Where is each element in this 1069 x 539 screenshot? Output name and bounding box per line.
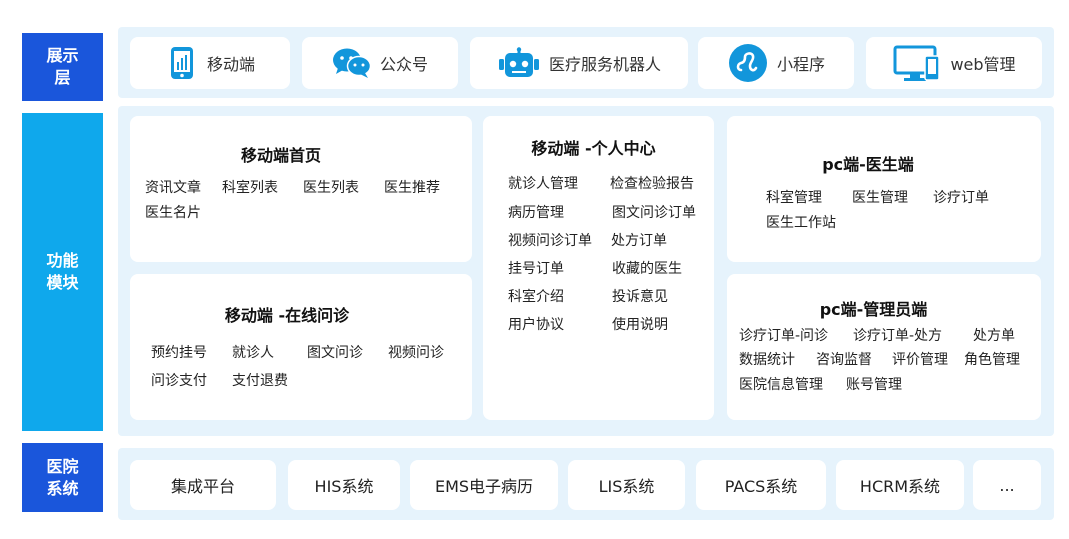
hospital-item-hcrm: HCRM系统 [836,460,964,510]
module-item: 科室管理 [766,190,822,206]
module-item: 医生工作站 [766,215,836,231]
module-item: 视频问诊订单 [508,233,592,249]
module-item: 支付退费 [232,373,288,389]
module-mobile-consult: 移动端 -在线问诊 预约挂号 就诊人 图文问诊 视频问诊 问诊支付 支付退费 [130,274,472,420]
module-item: 就诊人 [232,345,274,361]
presentation-item-label: 公众号 [379,55,428,74]
hospital-item-integration-platform: 集成平台 [130,460,276,510]
module-item: 诊疗订单 [933,190,989,206]
module-item: 咨询监督 [816,352,872,368]
module-item: 科室介绍 [508,289,564,305]
module-item: 处方订单 [611,233,667,249]
module-item: 评价管理 [892,352,948,368]
presentation-item-label: web管理 [950,55,1016,74]
desktop-monitor-icon [892,45,942,81]
presentation-item-web: web管理 [866,37,1042,89]
hospital-item-ems: EMS电子病历 [410,460,558,510]
module-item: 收藏的医生 [612,261,682,277]
module-item: 挂号订单 [508,261,564,277]
robot-icon [497,46,541,80]
module-item: 账号管理 [846,377,902,393]
module-item: 诊疗订单-处方 [853,328,943,344]
module-item: 检查检验报告 [610,176,694,192]
mobile-phone-icon [165,46,199,80]
module-item: 医生管理 [852,190,908,206]
module-item: 医生列表 [303,180,359,196]
function-layer-label-text: 功能模块 [46,251,79,292]
module-item: 用户协议 [508,317,564,333]
module-item: 问诊支付 [151,373,207,389]
module-item: 资讯文章 [145,180,201,196]
module-mobile-personal-center: 移动端 -个人中心 就诊人管理 检查检验报告 病历管理 图文问诊订单 视频问诊订… [483,116,714,420]
module-item: 视频问诊 [388,345,444,361]
module-title: 移动端 -在线问诊 [224,306,350,325]
presentation-item-label: 医疗服务机器人 [548,55,661,74]
module-mobile-home: 移动端首页 资讯文章 科室列表 医生列表 医生推荐 医生名片 [130,116,472,262]
module-item: 医生名片 [145,205,201,221]
function-layer-label: 功能模块 [22,113,103,431]
module-title: pc端-管理员端 [819,300,928,319]
module-item: 处方单 [973,328,1015,344]
module-item: 角色管理 [964,352,1020,368]
module-item: 使用说明 [612,317,668,333]
presentation-layer-label: 展示层 [22,33,103,101]
module-item: 科室列表 [222,180,278,196]
module-item: 投诉意见 [612,289,668,305]
module-item: 就诊人管理 [508,176,578,192]
presentation-item-wechat: 公众号 [302,37,458,89]
mini-program-icon [727,44,769,82]
presentation-item-mini-program: 小程序 [698,37,854,89]
module-item: 医院信息管理 [739,377,823,393]
module-item: 图文问诊订单 [612,205,696,221]
module-title: 移动端 -个人中心 [531,139,656,158]
hospital-item-his: HIS系统 [288,460,400,510]
hospital-item-lis: LIS系统 [568,460,685,510]
module-item: 预约挂号 [151,345,207,361]
module-title: pc端-医生端 [822,155,914,174]
presentation-item-label: 小程序 [776,55,825,74]
hospital-item-more: ... [973,460,1041,510]
module-pc-doctor: pc端-医生端 科室管理 医生管理 诊疗订单 医生工作站 [727,116,1041,262]
wechat-icon [332,46,372,80]
presentation-item-mobile: 移动端 [130,37,290,89]
presentation-item-robot: 医疗服务机器人 [470,37,688,89]
module-pc-admin: pc端-管理员端 诊疗订单-问诊 诊疗订单-处方 处方单 数据统计 咨询监督 评… [727,274,1041,420]
module-item: 医生推荐 [384,180,440,196]
module-title: 移动端首页 [240,146,321,165]
presentation-layer-label-text: 展示层 [46,46,79,87]
module-item: 诊疗订单-问诊 [739,328,829,344]
hospital-layer-label-text: 医院系统 [46,456,79,498]
hospital-item-pacs: PACS系统 [696,460,826,510]
hospital-layer-label: 医院系统 [22,443,103,512]
module-item: 数据统计 [739,352,795,368]
module-item: 病历管理 [508,205,564,221]
module-item: 图文问诊 [307,345,363,361]
presentation-item-label: 移动端 [206,55,255,74]
